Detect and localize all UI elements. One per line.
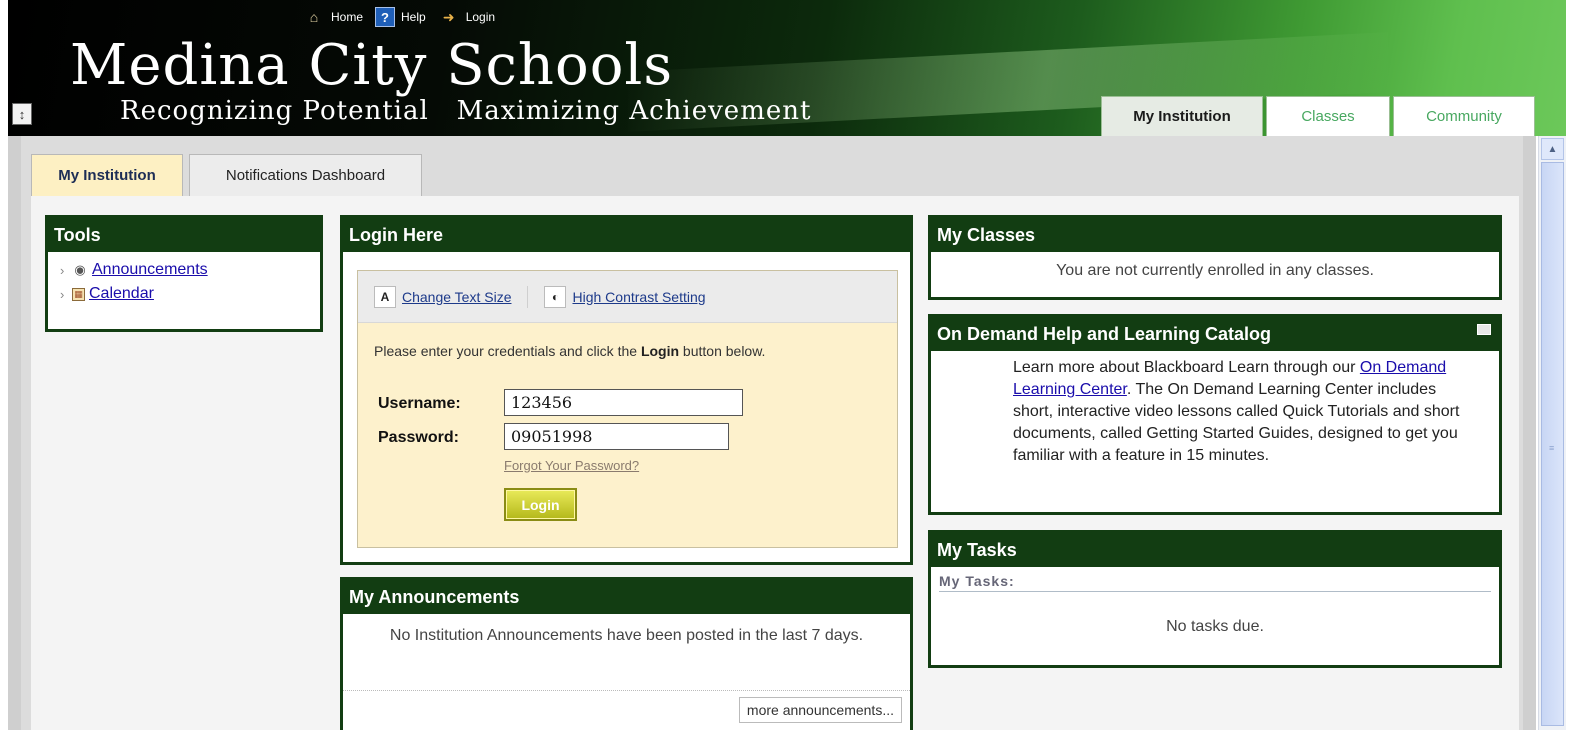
top-links: ⌂ Home ? Help ➜ Login: [303, 6, 495, 28]
tools-item-announcements: › ◉ Announcements: [48, 258, 320, 282]
sub-tabs: My Institution Notifications Dashboard: [31, 154, 422, 196]
resize-vertical-icon: ↕: [18, 106, 26, 122]
calendar-icon: ▦: [72, 287, 85, 301]
password-label: Password:: [378, 429, 459, 446]
grip-icon: ≡: [1549, 443, 1555, 453]
main-tabs: My Institution Classes Community: [1101, 96, 1535, 136]
login-button[interactable]: Login: [504, 488, 577, 521]
announcements-footer: more announcements...: [343, 690, 910, 730]
tab-community[interactable]: Community: [1393, 96, 1535, 136]
classes-empty-text: You are not currently enrolled in any cl…: [1056, 262, 1374, 279]
tab-classes[interactable]: Classes: [1266, 96, 1390, 136]
tools-list: › ◉ Announcements › ▦ Calendar: [48, 252, 320, 306]
tools-module-title: Tools: [48, 218, 320, 252]
tools-module: Tools › ◉ Announcements › ▦ Calendar: [45, 215, 323, 332]
announcements-empty-text: No Institution Announcements have been p…: [389, 627, 864, 644]
on-demand-module-title: On Demand Help and Learning Catalog: [931, 317, 1499, 351]
tasks-subtitle: My Tasks:: [939, 573, 1491, 592]
tools-item-calendar: › ▦ Calendar: [48, 282, 320, 306]
tasks-empty-text: No tasks due.: [1166, 618, 1264, 635]
brand-title: Medina City Schools: [70, 33, 674, 98]
speaker-icon: ◉: [74, 262, 86, 277]
announcements-module: My Announcements No Institution Announce…: [340, 577, 913, 730]
login-link-label: Login: [465, 10, 496, 24]
classes-module: My Classes You are not currently enrolle…: [928, 215, 1502, 300]
instructions-bold: Login: [640, 343, 680, 359]
top-link-help[interactable]: ? Help: [375, 7, 426, 27]
divider: [527, 285, 529, 308]
top-link-home[interactable]: ⌂ Home: [303, 6, 363, 28]
on-demand-description: Learn more about Blackboard Learn throug…: [931, 351, 1499, 467]
collapse-header-button[interactable]: ↕: [12, 103, 32, 125]
scroll-thumb[interactable]: ≡: [1541, 162, 1564, 726]
chevron-right-icon: ›: [60, 286, 65, 302]
login-module-title: Login Here: [343, 218, 910, 252]
instructions-text-end: button below.: [679, 343, 766, 359]
vertical-scrollbar[interactable]: ▲ ≡: [1538, 136, 1566, 730]
chevron-right-icon: ›: [60, 262, 65, 278]
instructions-text: Please enter your credentials and click …: [374, 343, 641, 359]
tab-my-institution[interactable]: My Institution: [1101, 96, 1263, 136]
subtab-notifications-dashboard[interactable]: Notifications Dashboard: [189, 154, 422, 196]
password-input[interactable]: [504, 423, 729, 450]
change-text-size-link[interactable]: Change Text Size: [402, 289, 511, 305]
calendar-link[interactable]: Calendar: [89, 285, 154, 303]
forgot-password-link[interactable]: Forgot Your Password?: [504, 458, 639, 473]
login-icon: ➜: [442, 8, 455, 25]
login-module: Login Here A Change Text Size ◐ High Con…: [340, 215, 913, 565]
brand-tagline: Recognizing Potential Maximizing Achieve…: [120, 96, 812, 126]
more-announcements-button[interactable]: more announcements...: [738, 697, 902, 723]
announcements-module-title: My Announcements: [343, 580, 910, 614]
site-header: ⌂ Home ? Help ➜ Login Medina City School…: [8, 0, 1566, 136]
username-label: Username:: [378, 395, 461, 412]
top-link-login[interactable]: ➜ Login: [438, 6, 495, 28]
scroll-up-button[interactable]: ▲: [1541, 138, 1564, 160]
subtab-my-institution[interactable]: My Institution: [31, 154, 183, 196]
on-demand-text: Learn more about Blackboard Learn throug…: [1013, 359, 1360, 376]
help-link-label: Help: [401, 10, 426, 24]
home-link-label: Home: [331, 10, 364, 24]
help-icon: ?: [375, 7, 396, 27]
tasks-module: My Tasks My Tasks: No tasks due.: [928, 530, 1502, 668]
username-input[interactable]: [504, 389, 743, 416]
login-instructions: Please enter your credentials and click …: [374, 343, 765, 359]
home-icon: ⌂: [309, 9, 319, 25]
tasks-module-title: My Tasks: [931, 533, 1499, 567]
high-contrast-link[interactable]: High Contrast Setting: [572, 289, 705, 305]
on-demand-title-text: On Demand Help and Learning Catalog: [937, 323, 1272, 344]
login-panel: A Change Text Size ◐ High Contrast Setti…: [357, 270, 898, 548]
contrast-icon: ◐: [544, 285, 567, 308]
announcements-link[interactable]: Announcements: [92, 261, 208, 279]
popout-icon[interactable]: [1477, 324, 1491, 335]
accessibility-bar: A Change Text Size ◐ High Contrast Setti…: [358, 271, 897, 323]
text-size-icon: A: [374, 285, 396, 308]
on-demand-module: On Demand Help and Learning Catalog Lear…: [928, 314, 1502, 515]
classes-module-title: My Classes: [931, 218, 1499, 252]
